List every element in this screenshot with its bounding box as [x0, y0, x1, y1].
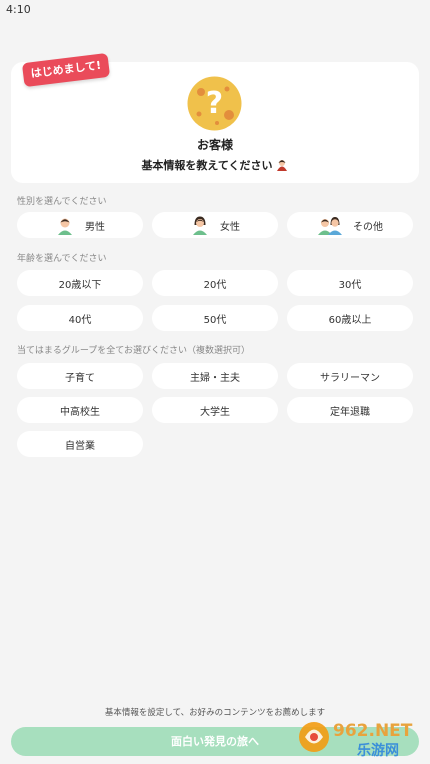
user-name: お客様 — [196, 138, 233, 152]
age-option-30s[interactable]: 30代 — [287, 270, 413, 296]
watermark-sub: 乐游网 — [357, 742, 399, 759]
gender-option-label: その他 — [353, 221, 383, 233]
male-icon — [58, 218, 72, 235]
age-option-under-20[interactable]: 20歳以下 — [17, 270, 143, 296]
status-bar-time: 4:10 — [6, 3, 31, 16]
group-option-parenting[interactable]: 子育て — [17, 363, 143, 389]
gender-section-label: 性別を選んでください — [17, 197, 107, 207]
group-option-retired[interactable]: 定年退職 — [287, 397, 413, 423]
group-option-homemaker[interactable]: 主婦・主夫 — [152, 363, 278, 389]
gender-option-female[interactable]: 女性 — [152, 212, 278, 238]
gender-option-label: 男性 — [85, 221, 105, 233]
group-option-student-secondary[interactable]: 中高校生 — [17, 397, 143, 423]
group-option-self-employed[interactable]: 自営業 — [17, 431, 143, 457]
group-section-label: 当てはまるグループを全てお選びください（複数選択可） — [17, 346, 251, 356]
couple-icon — [318, 217, 342, 235]
group-option-university-student[interactable]: 大学生 — [152, 397, 278, 423]
gender-option-male[interactable]: 男性 — [17, 212, 143, 238]
age-option-20s[interactable]: 20代 — [152, 270, 278, 296]
person-emoji-icon — [276, 160, 287, 171]
question-avatar-icon[interactable]: ? — [187, 76, 242, 131]
age-option-50s[interactable]: 50代 — [152, 305, 278, 331]
gender-option-label: 女性 — [220, 221, 240, 233]
female-icon — [193, 216, 207, 235]
card-subtitle: 基本情報を教えてください — [0, 157, 430, 173]
watermark-logo-icon: 962.NET 乐游网 — [299, 721, 413, 759]
card-subtitle-text: 基本情報を教えてください — [141, 159, 273, 172]
group-option-office-worker[interactable]: サラリーマン — [287, 363, 413, 389]
age-section-label: 年齢を選んでください — [17, 254, 107, 264]
gender-option-other[interactable]: その他 — [287, 212, 413, 238]
watermark-brand: 962.NET — [333, 721, 413, 741]
svg-text:?: ? — [206, 86, 223, 121]
age-option-60-plus[interactable]: 60歳以上 — [287, 305, 413, 331]
age-option-40s[interactable]: 40代 — [17, 305, 143, 331]
